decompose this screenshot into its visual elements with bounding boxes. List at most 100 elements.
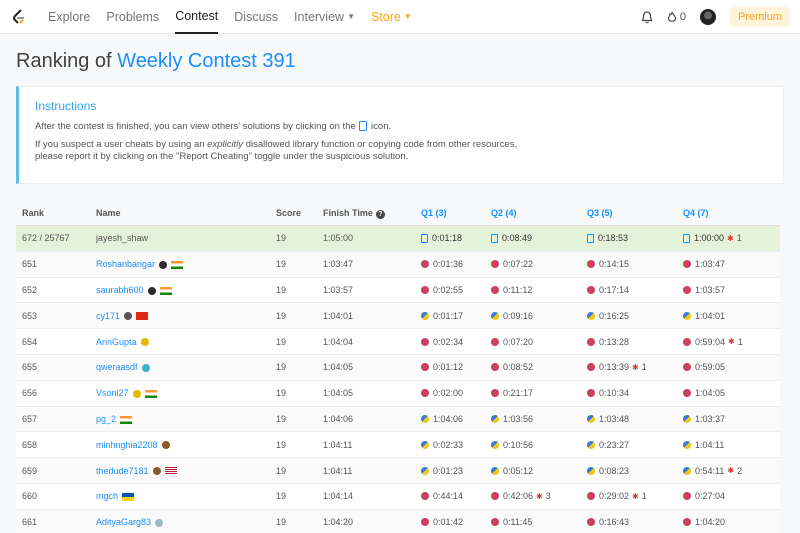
cpp-icon[interactable]	[491, 518, 499, 527]
nav-explore[interactable]: Explore	[48, 0, 90, 34]
q2-cell[interactable]: 1:03:56	[491, 414, 587, 424]
cpp-icon[interactable]	[587, 492, 595, 501]
q2-cell[interactable]: 0:09:16	[491, 311, 587, 321]
nav-contest[interactable]: Contest	[175, 0, 219, 34]
premium-button[interactable]: Premium	[729, 7, 790, 27]
python-icon[interactable]	[491, 466, 499, 475]
q2-cell[interactable]: 0:08:52	[491, 362, 587, 372]
cpp-icon[interactable]	[587, 518, 595, 527]
python-icon[interactable]	[421, 414, 429, 423]
cpp-icon[interactable]	[491, 337, 499, 346]
q1-cell[interactable]: 0:01:23	[421, 466, 491, 476]
q4-cell[interactable]: 1:03:37	[683, 414, 780, 424]
cpp-icon[interactable]	[421, 285, 429, 294]
header-q2[interactable]: Q2 (4)	[491, 208, 587, 218]
q2-cell[interactable]: 0:05:12	[491, 466, 587, 476]
q1-cell[interactable]: 0:02:34	[421, 337, 491, 347]
solution-doc-icon[interactable]	[421, 233, 428, 243]
username-link[interactable]: AdityaGarg83	[96, 517, 151, 527]
q1-cell[interactable]: 0:01:42	[421, 517, 491, 527]
avatar[interactable]	[699, 9, 716, 25]
q3-cell[interactable]: 0:17:14	[587, 285, 683, 295]
q3-cell[interactable]: 0:29:02 ✱ 1	[587, 491, 683, 501]
username-link[interactable]: qweraasdf	[96, 362, 138, 372]
cpp-icon[interactable]	[491, 260, 499, 269]
cpp-icon[interactable]	[683, 285, 691, 294]
q3-cell[interactable]: 0:13:28	[587, 337, 683, 347]
cpp-icon[interactable]	[587, 337, 595, 346]
leetcode-logo-icon[interactable]	[10, 8, 28, 26]
cpp-icon[interactable]	[421, 389, 429, 398]
username-link[interactable]: ArinGupta	[96, 337, 137, 347]
solution-doc-icon[interactable]	[683, 233, 690, 243]
q4-cell[interactable]: 1:03:47	[683, 259, 780, 269]
q1-cell[interactable]: 0:44:14	[421, 491, 491, 501]
q3-cell[interactable]: 0:08:23	[587, 466, 683, 476]
cpp-icon[interactable]	[683, 518, 691, 527]
q2-cell[interactable]: 0:07:22	[491, 259, 587, 269]
cpp-icon[interactable]	[587, 363, 595, 372]
streak-counter[interactable]: 0	[667, 11, 686, 23]
solution-doc-icon[interactable]	[491, 233, 498, 243]
q1-cell[interactable]: 0:01:36	[421, 259, 491, 269]
q3-cell[interactable]: 0:16:43	[587, 517, 683, 527]
q2-cell[interactable]: 0:11:12	[491, 285, 587, 295]
cpp-icon[interactable]	[491, 285, 499, 294]
q3-cell[interactable]: 0:13:39 ✱ 1	[587, 362, 683, 372]
nav-interview[interactable]: Interview ▼	[294, 0, 355, 34]
python-icon[interactable]	[421, 311, 429, 320]
q4-cell[interactable]: 1:04:05	[683, 388, 780, 398]
q3-cell[interactable]: 1:03:48	[587, 414, 683, 424]
header-q3[interactable]: Q3 (5)	[587, 208, 683, 218]
cpp-icon[interactable]	[683, 363, 691, 372]
cpp-icon[interactable]	[683, 389, 691, 398]
header-q1[interactable]: Q1 (3)	[421, 208, 491, 218]
cpp-icon[interactable]	[587, 285, 595, 294]
python-icon[interactable]	[683, 414, 691, 423]
q4-cell[interactable]: 1:04:01	[683, 311, 780, 321]
q3-cell[interactable]: 0:14:15	[587, 259, 683, 269]
cpp-icon[interactable]	[587, 389, 595, 398]
cpp-icon[interactable]	[421, 363, 429, 372]
cpp-icon[interactable]	[683, 492, 691, 501]
q1-cell[interactable]: 0:01:18	[421, 233, 491, 243]
q4-cell[interactable]: 0:59:05	[683, 362, 780, 372]
cpp-icon[interactable]	[421, 337, 429, 346]
nav-store[interactable]: Store ▼	[371, 0, 412, 34]
cpp-icon[interactable]	[421, 518, 429, 527]
username-link[interactable]: thedude7181	[96, 466, 149, 476]
q1-cell[interactable]: 0:02:33	[421, 440, 491, 450]
cpp-icon[interactable]	[421, 260, 429, 269]
solution-doc-icon[interactable]	[587, 233, 594, 243]
q2-cell[interactable]: 0:21:17	[491, 388, 587, 398]
python-icon[interactable]	[587, 311, 595, 320]
q1-cell[interactable]: 0:01:12	[421, 362, 491, 372]
q2-cell[interactable]: 0:42:06 ✱ 3	[491, 491, 587, 501]
q4-cell[interactable]: 0:27:04	[683, 491, 780, 501]
q1-cell[interactable]: 0:02:00	[421, 388, 491, 398]
cpp-icon[interactable]	[491, 389, 499, 398]
python-icon[interactable]	[587, 440, 595, 449]
header-q4[interactable]: Q4 (7)	[683, 208, 780, 218]
q2-cell[interactable]: 0:07:20	[491, 337, 587, 347]
q3-cell[interactable]: 0:10:34	[587, 388, 683, 398]
bell-icon[interactable]	[641, 10, 653, 24]
python-icon[interactable]	[421, 440, 429, 449]
username-link[interactable]: mgch	[96, 491, 118, 501]
python-icon[interactable]	[491, 311, 499, 320]
python-icon[interactable]	[683, 466, 691, 475]
python-icon[interactable]	[491, 440, 499, 449]
cpp-icon[interactable]	[587, 260, 595, 269]
nav-problems[interactable]: Problems	[106, 0, 159, 34]
username-link[interactable]: minhnghia2208	[96, 440, 158, 450]
python-icon[interactable]	[683, 440, 691, 449]
cpp-icon[interactable]	[491, 363, 499, 372]
username-link[interactable]: cy171	[96, 311, 120, 321]
q3-cell[interactable]: 0:16:25	[587, 311, 683, 321]
q4-cell[interactable]: 1:04:20	[683, 517, 780, 527]
q1-cell[interactable]: 0:02:55	[421, 285, 491, 295]
cpp-icon[interactable]	[683, 260, 691, 269]
q2-cell[interactable]: 0:10:56	[491, 440, 587, 450]
q2-cell[interactable]: 0:11:45	[491, 517, 587, 527]
q4-cell[interactable]: 0:54:11 ✱ 2	[683, 466, 780, 476]
